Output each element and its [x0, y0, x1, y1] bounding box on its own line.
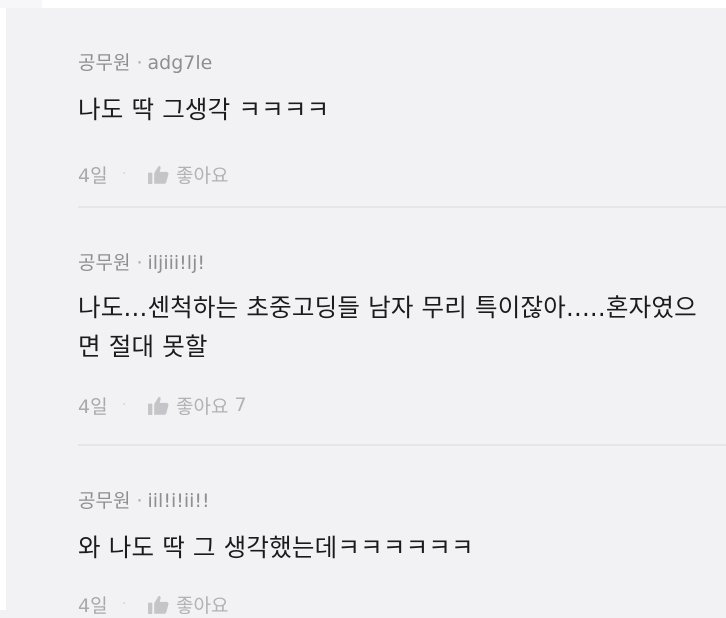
- separator-dot: ·: [136, 490, 143, 512]
- author-nickname[interactable]: adg7le: [148, 52, 213, 74]
- author-nickname[interactable]: iljiii!lj!: [148, 252, 205, 274]
- like-button[interactable]: 좋아요 7: [148, 392, 247, 419]
- author-name[interactable]: 공무원: [78, 490, 130, 512]
- comment-text: 나도 딱 그생각 ㅋㅋㅋㅋ: [78, 95, 330, 124]
- comment-text: 와 나도 딱 그 생각했는데ㅋㅋㅋㅋㅋㅋ: [78, 533, 474, 562]
- action-separator: ·: [122, 397, 127, 413]
- author-nickname[interactable]: iil!i!ii!!: [148, 490, 210, 512]
- like-label: 좋아요: [176, 594, 229, 617]
- separator-dot: ·: [136, 252, 143, 274]
- comment-date: 4일: [78, 594, 108, 617]
- comment-actions: 4일 · 좋아요 7: [78, 392, 247, 419]
- comment-divider: [78, 206, 726, 208]
- comment-item: 공무원 · iljiii!lj! 나도...센척하는 초중고딩들 남자 무리 특이잖…: [78, 240, 726, 420]
- like-button[interactable]: 좋아요: [148, 161, 228, 188]
- comment-text: 나도...센척하는 초중고딩들 남자 무리 특이잖아.....혼자였으면 절대 …: [78, 293, 697, 361]
- like-button[interactable]: 좋아요: [148, 591, 228, 618]
- comment-header: 공무원 · iljiii!lj!: [78, 248, 205, 274]
- thumbs-up-icon: [148, 595, 169, 614]
- comment-header: 공무원 · iil!i!ii!!: [78, 486, 210, 512]
- comment-actions: 4일 · 좋아요: [78, 591, 228, 618]
- like-label: 좋아요: [176, 164, 229, 187]
- comment-item: 공무원 · iil!i!ii!! 와 나도 딱 그 생각했는데ㅋㅋㅋㅋㅋㅋ 4일 ·…: [78, 478, 726, 618]
- top-strip: [0, 0, 726, 8]
- author-name[interactable]: 공무원: [78, 52, 130, 74]
- separator-dot: ·: [136, 52, 143, 74]
- action-separator: ·: [122, 166, 127, 182]
- comment-item: 공무원 · adg7le 나도 딱 그생각 ㅋㅋㅋㅋ 4일 · 좋아요: [78, 44, 726, 188]
- like-label: 좋아요: [176, 395, 229, 418]
- author-name[interactable]: 공무원: [78, 252, 130, 274]
- thumbs-up-icon: [148, 165, 169, 184]
- thumbs-up-icon: [148, 396, 169, 415]
- comment-actions: 4일 · 좋아요: [78, 161, 228, 188]
- like-count: 7: [234, 394, 247, 416]
- comment-header: 공무원 · adg7le: [78, 48, 213, 74]
- comment-date: 4일: [78, 395, 108, 418]
- comment-list: 공무원 · adg7le 나도 딱 그생각 ㅋㅋㅋㅋ 4일 · 좋아요 공무원 · il…: [6, 8, 726, 617]
- comment-divider: [78, 444, 726, 446]
- comment-date: 4일: [78, 164, 108, 187]
